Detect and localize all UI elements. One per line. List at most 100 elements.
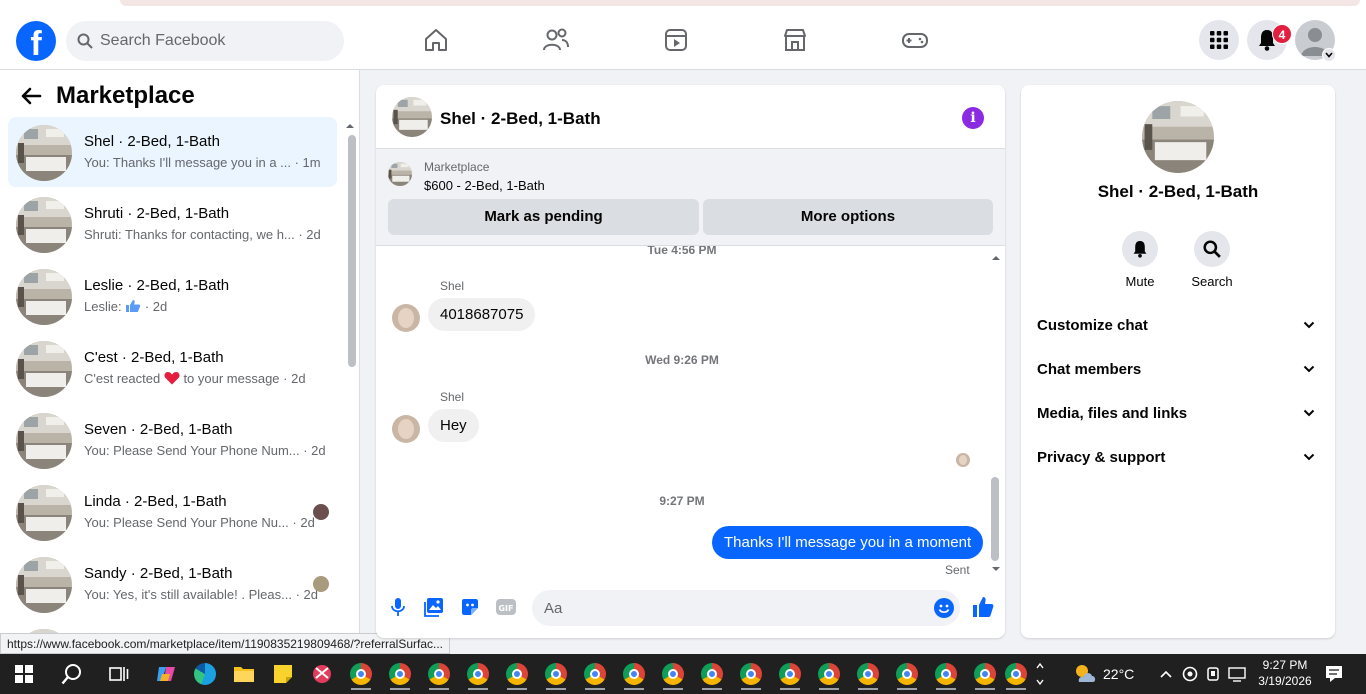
home-icon[interactable]	[420, 24, 452, 56]
emoji-icon[interactable]	[934, 598, 954, 618]
message-bubble[interactable]: 4018687075	[428, 298, 536, 331]
taskbar-scroll-icon[interactable]	[1034, 658, 1046, 690]
conversation-item[interactable]: Leslie · 2-Bed, 1-Bath Leslie: · 2d	[8, 261, 337, 331]
network-icon[interactable]	[1221, 658, 1253, 690]
chrome-icon[interactable]	[618, 658, 650, 690]
section-label: Customize chat	[1037, 317, 1148, 334]
back-arrow-icon[interactable]	[20, 86, 42, 106]
chrome-icon[interactable]	[423, 658, 455, 690]
clock[interactable]: 9:27 PM 3/19/2026	[1250, 657, 1320, 689]
conversation-item[interactable]: Shruti · 2-Bed, 1-Bath Shruti: Thanks fo…	[8, 189, 337, 259]
chrome-icon[interactable]	[891, 658, 923, 690]
chat-thumbnail[interactable]	[392, 97, 432, 137]
conversation-preview: Shruti: Thanks for contacting, we h... ·…	[84, 227, 321, 242]
sidebar-scroll-thumb[interactable]	[348, 135, 356, 367]
message-bubble[interactable]: Hey	[428, 409, 479, 442]
conversation-item[interactable]: Linda · 2-Bed, 1-Bath You: Please Send Y…	[8, 477, 337, 547]
search-input[interactable]: Search Facebook	[66, 21, 344, 61]
account-chevron-down-icon[interactable]	[1322, 48, 1336, 62]
weather-temp[interactable]: 22°C	[1103, 666, 1134, 682]
copilot-icon[interactable]	[150, 658, 182, 690]
notification-center-icon[interactable]	[1318, 658, 1350, 690]
chrome-icon[interactable]	[462, 658, 494, 690]
listing-thumbnail[interactable]	[388, 162, 412, 186]
scroll-up-icon[interactable]	[343, 121, 357, 131]
chrome-icon[interactable]	[735, 658, 767, 690]
more-options-button[interactable]: More options	[703, 199, 993, 235]
chrome-icon[interactable]	[696, 658, 728, 690]
friends-icon[interactable]	[540, 24, 572, 56]
conversation-name: C'est · 2-Bed, 1-Bath	[84, 349, 224, 366]
chrome-icon[interactable]	[384, 658, 416, 690]
thumbs-up-send-icon[interactable]	[971, 595, 995, 619]
sticky-notes-icon[interactable]	[267, 658, 299, 690]
chrome-icon[interactable]	[852, 658, 884, 690]
windows-start-icon[interactable]	[8, 658, 40, 690]
chrome-icon[interactable]	[501, 658, 533, 690]
media-files-links-section[interactable]: Media, files and links	[1037, 393, 1319, 437]
message-input-placeholder: Aa	[544, 600, 563, 617]
section-label: Privacy & support	[1037, 449, 1166, 466]
video-icon[interactable]	[660, 24, 692, 56]
marketplace-label: Marketplace	[424, 160, 490, 174]
conversation-item[interactable]: C'est · 2-Bed, 1-Bath C'est reacted to y…	[8, 333, 337, 403]
listing-price[interactable]: $600 - 2-Bed, 1-Bath	[424, 178, 545, 193]
thumbs-up-icon	[126, 300, 141, 312]
chrome-icon[interactable]	[930, 658, 962, 690]
page-scrollbar[interactable]	[1352, 70, 1366, 654]
seen-avatar	[313, 504, 329, 520]
chat-title[interactable]: Shel · 2-Bed, 1-Bath	[440, 109, 601, 129]
clock-time: 9:27 PM	[1262, 658, 1308, 672]
message-composer: GIF Aa	[376, 581, 1005, 638]
message-input[interactable]: Aa	[532, 590, 960, 626]
timestamp: Tue 4:56 PM	[647, 246, 717, 257]
conversation-item[interactable]: Shel · 2-Bed, 1-Bath You: Thanks I'll me…	[8, 117, 337, 187]
info-icon[interactable]: i	[962, 107, 984, 129]
mute-button[interactable]: Mute	[1110, 231, 1170, 289]
read-receipt-avatar	[956, 453, 970, 467]
task-view-icon[interactable]	[103, 658, 135, 690]
chrome-icon[interactable]	[813, 658, 845, 690]
chrome-icon[interactable]	[969, 658, 1001, 690]
chrome-icon[interactable]	[657, 658, 689, 690]
conversation-item[interactable]: Seven · 2-Bed, 1-Bath You: Please Send Y…	[8, 405, 337, 475]
message-status: Sent	[945, 563, 970, 577]
customize-chat-section[interactable]: Customize chat	[1037, 305, 1319, 349]
chrome-icon[interactable]	[1000, 658, 1032, 690]
chat-members-section[interactable]: Chat members	[1037, 349, 1319, 393]
bell-icon	[1133, 241, 1147, 258]
chat-scroll-thumb[interactable]	[991, 477, 999, 561]
facebook-logo-icon[interactable]: f	[16, 21, 56, 61]
marketplace-icon[interactable]	[779, 24, 811, 56]
sender-avatar[interactable]	[392, 415, 420, 443]
sidebar-title: Marketplace	[56, 82, 195, 109]
chrome-icon[interactable]	[579, 658, 611, 690]
conversation-preview: Leslie: · 2d	[84, 299, 167, 314]
scroll-down-icon[interactable]	[989, 564, 1003, 574]
edge-browser-icon[interactable]	[189, 658, 221, 690]
conversation-item[interactable]: Sandy · 2-Bed, 1-Bath You: Yes, it's sti…	[8, 549, 337, 619]
gaming-icon[interactable]	[899, 24, 931, 56]
microphone-icon[interactable]	[386, 595, 410, 619]
sender-avatar[interactable]	[392, 304, 420, 332]
listing-thumbnail	[16, 341, 72, 397]
mark-as-pending-button[interactable]: Mark as pending	[388, 199, 699, 235]
message-bubble-outgoing[interactable]: Thanks I'll message you in a moment	[712, 526, 984, 559]
gif-icon[interactable]: GIF	[494, 595, 518, 619]
chat-info-thumbnail[interactable]	[1142, 101, 1214, 173]
chrome-icon[interactable]	[540, 658, 572, 690]
photo-icon[interactable]	[422, 595, 446, 619]
snipping-tool-icon[interactable]	[306, 658, 338, 690]
scroll-up-icon[interactable]	[989, 253, 1003, 263]
menu-grid-icon[interactable]	[1199, 20, 1239, 60]
weather-icon[interactable]	[1068, 658, 1100, 690]
chrome-icon[interactable]	[774, 658, 806, 690]
file-explorer-icon[interactable]	[228, 658, 260, 690]
taskbar-search-icon[interactable]	[56, 658, 88, 690]
conversation-name: Shel · 2-Bed, 1-Bath	[84, 133, 220, 150]
search-in-chat-button[interactable]: Search	[1182, 231, 1242, 289]
marketplace-inbox-sidebar: Marketplace Shel · 2-Bed, 1-Bath You: Th…	[0, 70, 360, 654]
sticker-icon[interactable]	[458, 595, 482, 619]
chrome-icon[interactable]	[345, 658, 377, 690]
privacy-support-section[interactable]: Privacy & support	[1037, 437, 1319, 481]
